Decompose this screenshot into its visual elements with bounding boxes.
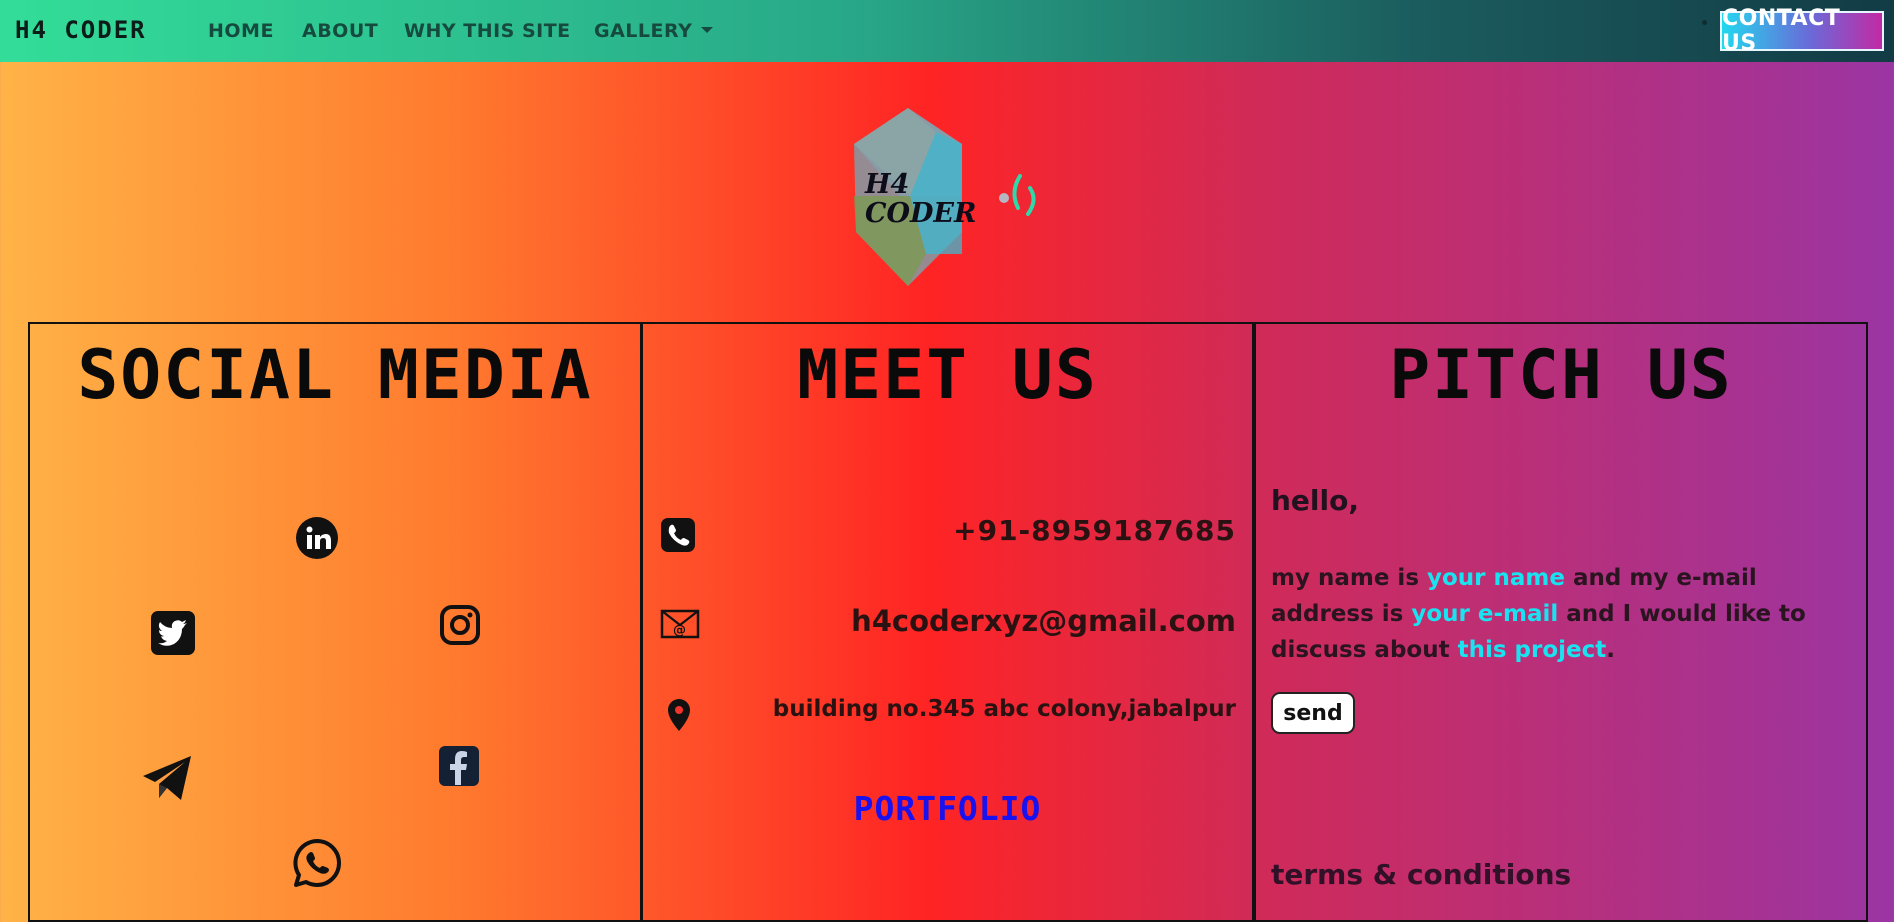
social-media-title: SOCIAL MEDIA [77, 336, 593, 415]
whatsapp-icon[interactable] [292, 838, 342, 892]
email-address[interactable]: h4coderxyz@gmail.com [851, 604, 1236, 638]
nav-home[interactable]: HOME [208, 20, 274, 42]
email-input[interactable]: your e-mail [1411, 601, 1558, 627]
linkedin-icon[interactable] [295, 516, 339, 564]
name-input[interactable]: your name [1427, 565, 1565, 591]
pitch-greeting: hello, [1271, 484, 1359, 517]
pitch-text-1: my name is [1271, 565, 1428, 591]
terms-and-conditions-link[interactable]: terms & conditions [1271, 858, 1571, 891]
nav-dot [1702, 20, 1707, 25]
meet-us-panel: MEET US +91-8959187685 @ h4coderxyz@gmai… [640, 322, 1254, 922]
chevron-down-icon [701, 27, 714, 33]
social-media-panel: SOCIAL MEDIA [28, 322, 642, 922]
contact-us-button[interactable]: CONTACT US [1720, 6, 1884, 56]
logo-line-2: CODER [865, 198, 977, 229]
logo-text: H4 CODER [865, 170, 976, 228]
nav-why-this-site[interactable]: WHY THIS SITE [404, 20, 571, 42]
nav-about[interactable]: ABOUT [302, 20, 378, 42]
pitch-us-title: PITCH US [1389, 336, 1733, 415]
twitter-icon[interactable] [150, 610, 196, 660]
phone-icon [660, 517, 696, 557]
pitch-text-4: . [1606, 637, 1616, 663]
send-button[interactable]: send [1271, 692, 1355, 734]
project-input[interactable]: this project [1458, 637, 1607, 663]
meet-us-title: MEET US [797, 336, 1098, 415]
pitch-message: my name is your name and my e-mail addre… [1271, 560, 1831, 668]
logo-line-1: H4 [865, 169, 910, 200]
svg-text:@: @ [673, 623, 686, 638]
telegram-icon[interactable] [141, 754, 193, 806]
h4-coder-logo: H4 CODER [850, 104, 1050, 290]
portfolio-link[interactable]: PORTFOLIO [643, 789, 1252, 828]
nav-gallery-dropdown[interactable]: GALLERY [594, 20, 714, 42]
instagram-icon[interactable] [439, 604, 481, 650]
nav-gallery-label: GALLERY [594, 20, 693, 42]
top-navbar: H4 CODER HOME ABOUT WHY THIS SITE GALLER… [0, 0, 1894, 62]
email-icon: @ [660, 609, 700, 643]
phone-number[interactable]: +91-8959187685 [953, 514, 1236, 547]
facebook-icon[interactable] [438, 745, 480, 791]
location-pin-icon [667, 698, 691, 736]
pitch-us-panel: PITCH US hello, my name is your name and… [1253, 322, 1868, 922]
address-text: building no.345 abc colony,jabalpur [772, 696, 1236, 722]
brand-logo-text[interactable]: H4 CODER [15, 16, 147, 44]
